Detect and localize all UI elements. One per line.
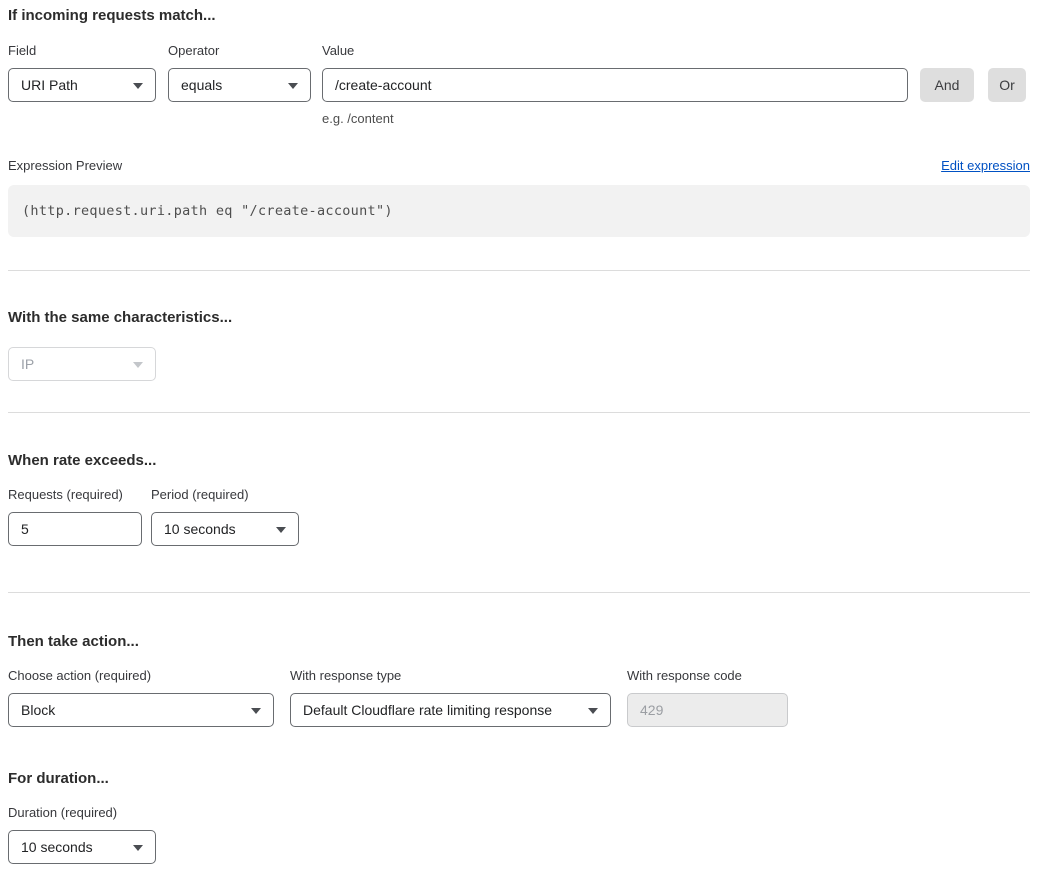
value-input[interactable] xyxy=(322,68,908,102)
duration-column: Duration (required) 10 seconds xyxy=(8,805,156,864)
chevron-down-icon xyxy=(276,527,286,533)
response-type-select-value: Default Cloudflare rate limiting respons… xyxy=(303,702,552,718)
chevron-down-icon xyxy=(133,362,143,368)
section-divider xyxy=(8,412,1030,413)
rate-row: Requests (required) Period (required) 10… xyxy=(8,487,1030,546)
response-code-input xyxy=(627,693,788,727)
requests-column: Requests (required) xyxy=(8,487,142,546)
duration-select[interactable]: 10 seconds xyxy=(8,830,156,864)
period-column: Period (required) 10 seconds xyxy=(151,487,299,546)
operator-label: Operator xyxy=(168,43,311,59)
requests-label: Requests (required) xyxy=(8,487,142,503)
response-type-label: With response type xyxy=(290,668,611,684)
section-divider xyxy=(8,592,1030,593)
choose-action-select[interactable]: Block xyxy=(8,693,274,727)
operator-select-value: equals xyxy=(181,77,222,93)
response-code-label: With response code xyxy=(627,668,788,684)
value-label: Value xyxy=(322,43,908,59)
requests-input[interactable] xyxy=(8,512,142,546)
response-type-select[interactable]: Default Cloudflare rate limiting respons… xyxy=(290,693,611,727)
section-divider xyxy=(8,270,1030,271)
characteristic-select-value: IP xyxy=(21,356,34,372)
choose-action-column: Choose action (required) Block xyxy=(8,668,274,727)
duration-label: Duration (required) xyxy=(8,805,156,821)
choose-action-label: Choose action (required) xyxy=(8,668,274,684)
match-section-title: If incoming requests match... xyxy=(8,6,1030,26)
logic-buttons: And Or xyxy=(920,68,1026,102)
chevron-down-icon xyxy=(288,83,298,89)
expression-preview-label: Expression Preview xyxy=(8,158,122,174)
rate-limiting-rule-form: If incoming requests match... Field URI … xyxy=(0,0,1048,872)
edit-expression-link[interactable]: Edit expression xyxy=(941,158,1030,173)
action-row: Choose action (required) Block With resp… xyxy=(8,668,1030,727)
characteristic-select[interactable]: IP xyxy=(8,347,156,381)
period-select-value: 10 seconds xyxy=(164,521,236,537)
duration-select-value: 10 seconds xyxy=(21,839,93,855)
field-label: Field xyxy=(8,43,156,59)
expression-preview-block: (http.request.uri.path eq "/create-accou… xyxy=(8,185,1030,237)
expression-preview-header: Expression Preview Edit expression xyxy=(8,158,1030,174)
value-column: Value e.g. /content xyxy=(322,43,908,126)
value-hint: e.g. /content xyxy=(322,111,908,126)
chevron-down-icon xyxy=(133,845,143,851)
match-builder-row: Field URI Path Operator equals Value e.g… xyxy=(8,43,1030,126)
field-column: Field URI Path xyxy=(8,43,156,102)
field-select-value: URI Path xyxy=(21,77,78,93)
field-select[interactable]: URI Path xyxy=(8,68,156,102)
response-code-column: With response code xyxy=(627,668,788,727)
action-section-title: Then take action... xyxy=(8,632,1030,652)
period-select[interactable]: 10 seconds xyxy=(151,512,299,546)
period-label: Period (required) xyxy=(151,487,299,503)
chevron-down-icon xyxy=(588,708,598,714)
and-button[interactable]: And xyxy=(920,68,974,102)
chevron-down-icon xyxy=(133,83,143,89)
operator-column: Operator equals xyxy=(168,43,311,102)
rate-section-title: When rate exceeds... xyxy=(8,451,1030,471)
or-button[interactable]: Or xyxy=(988,68,1026,102)
chevron-down-icon xyxy=(251,708,261,714)
choose-action-select-value: Block xyxy=(21,702,55,718)
characteristics-section-title: With the same characteristics... xyxy=(8,308,1030,328)
operator-select[interactable]: equals xyxy=(168,68,311,102)
response-type-column: With response type Default Cloudflare ra… xyxy=(290,668,611,727)
expression-code: (http.request.uri.path eq "/create-accou… xyxy=(22,203,393,219)
duration-section-title: For duration... xyxy=(8,769,1030,789)
